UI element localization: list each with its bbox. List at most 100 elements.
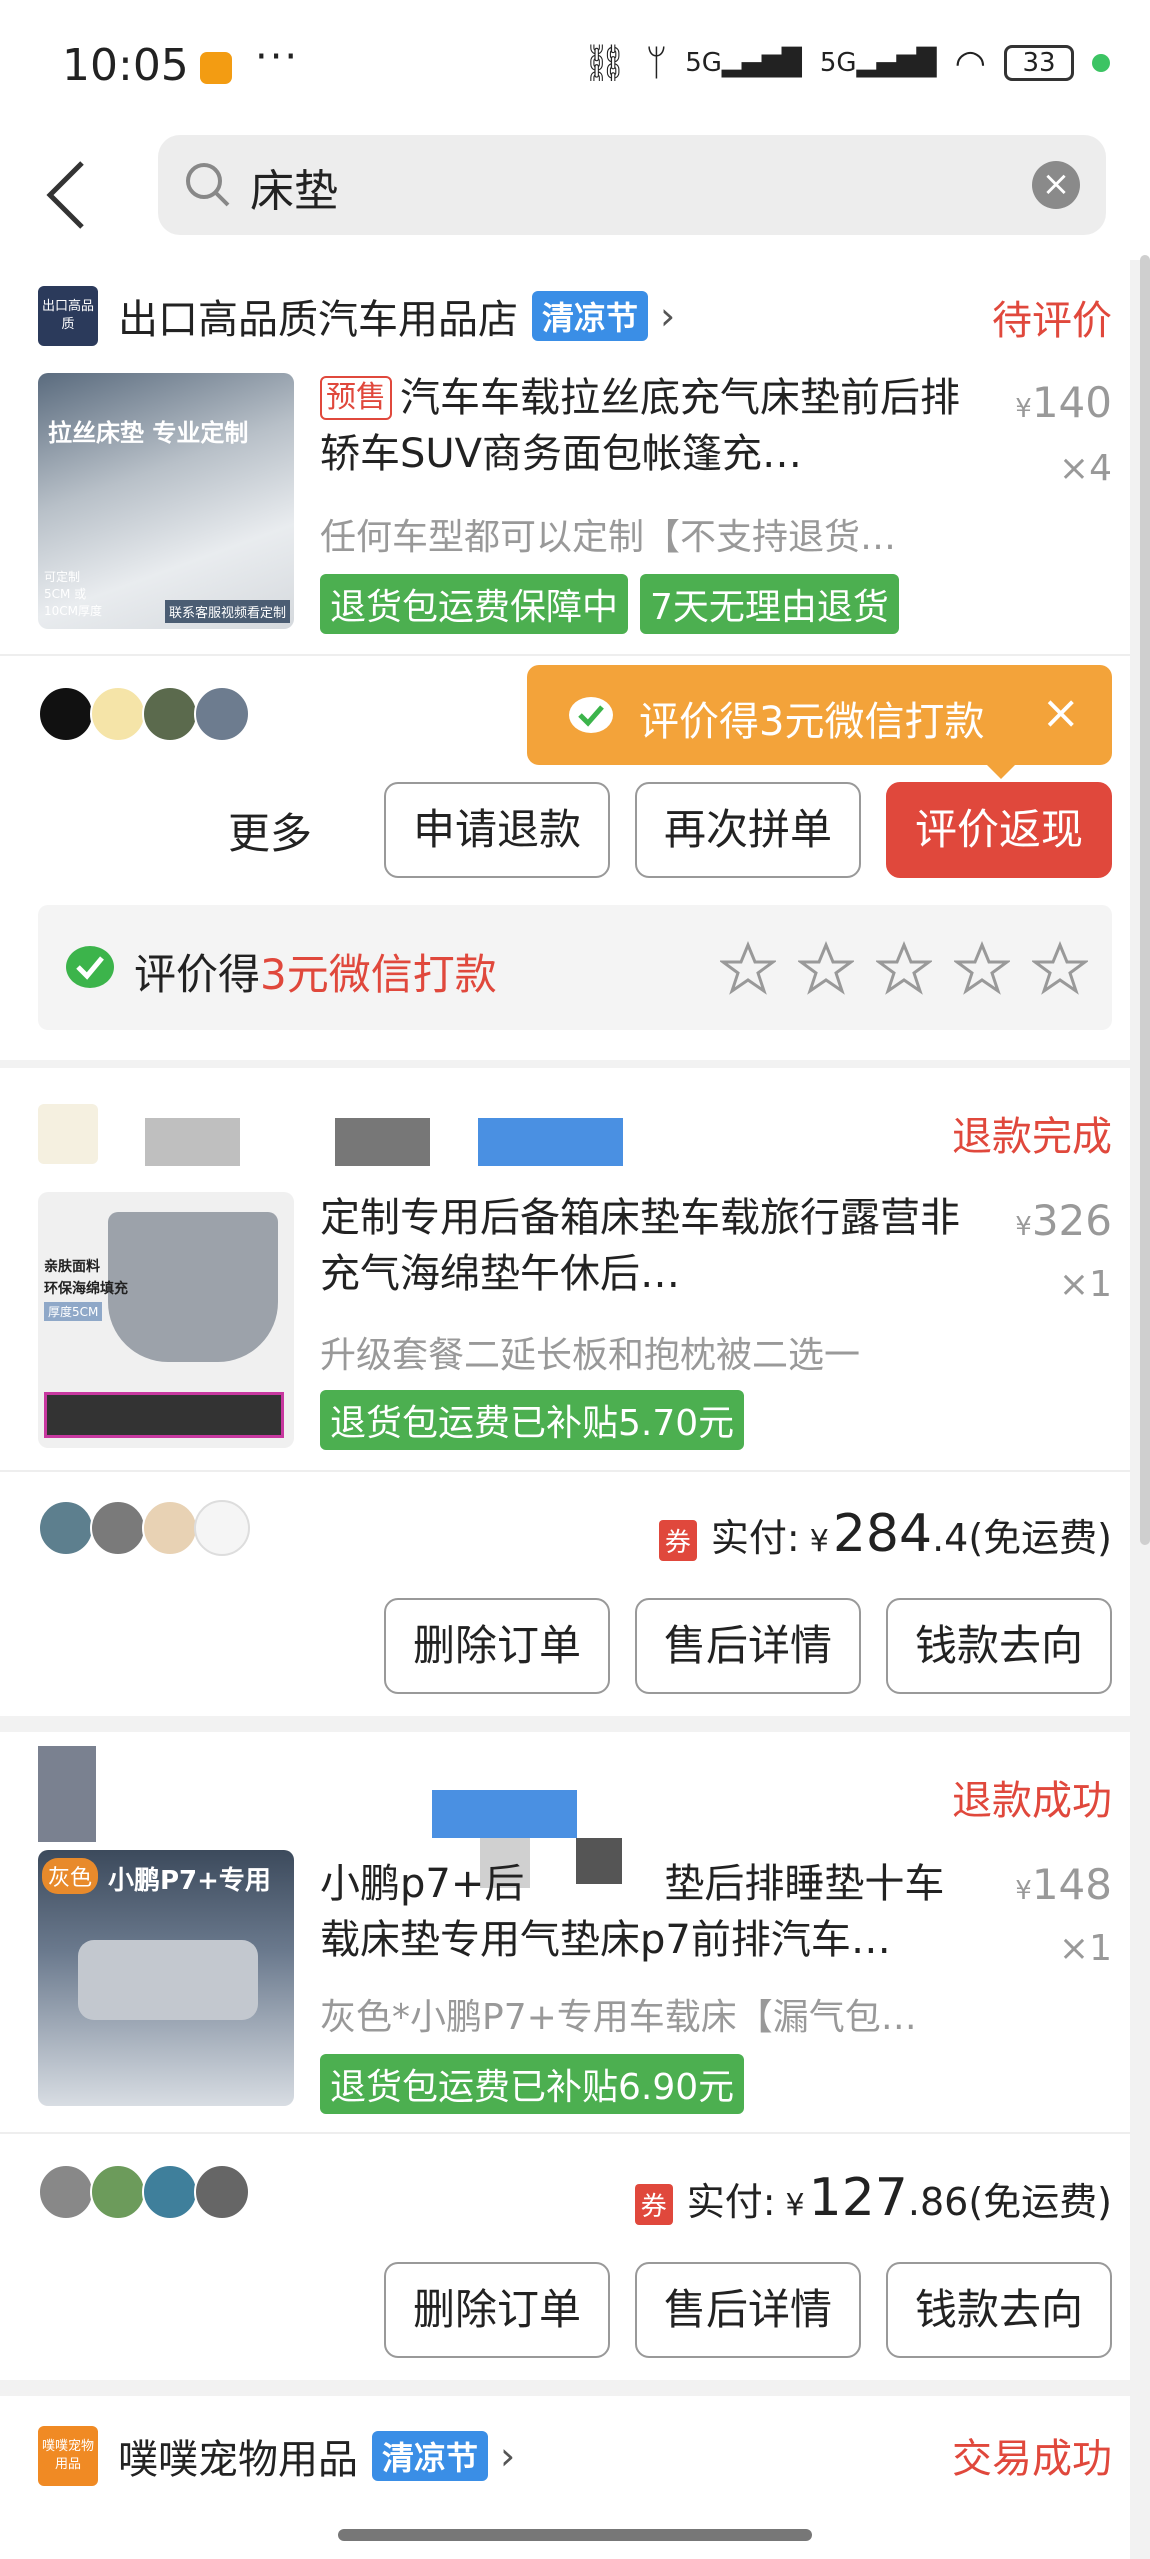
redacted-shop-name bbox=[145, 1118, 240, 1166]
money-flow-button[interactable]: 钱款去向 bbox=[886, 1598, 1112, 1694]
paid-integer: 284 bbox=[832, 1504, 933, 1564]
status-time: 10:05 bbox=[62, 40, 189, 91]
battery-icon: 33 bbox=[1004, 45, 1074, 81]
product-thumbnail[interactable]: 拉丝床垫 专业定制 可定制5CM 或10CM厚度 联系客服视频看定制 bbox=[38, 373, 294, 629]
thumbnail-color-tag: 灰色 bbox=[42, 1858, 99, 1894]
signal-icon-1: 5G▂▄▆█ bbox=[685, 48, 802, 78]
service-tags: 退货包运费已补贴6.90元 bbox=[320, 2054, 745, 2114]
review-cashback-button[interactable]: 评价返现 bbox=[886, 782, 1112, 878]
product-title-text: 汽车车载拉丝底充气床垫前后排轿车SUV商务面包帐篷充… bbox=[320, 375, 960, 477]
delete-order-button[interactable]: 删除订单 bbox=[384, 2262, 610, 2358]
rebuy-button[interactable]: 再次拼单 bbox=[635, 782, 861, 878]
shop-row[interactable]: 噗噗宠物用品 噗噗宠物用品 清凉节 › bbox=[38, 2426, 515, 2486]
money-flow-button[interactable]: 钱款去向 bbox=[886, 2262, 1112, 2358]
paid-decimal: .4 bbox=[932, 1516, 969, 1560]
product-thumbnail[interactable]: 灰色 小鹏P7+专用 bbox=[38, 1850, 294, 2106]
shop-logo bbox=[38, 1104, 98, 1164]
product-title[interactable]: 小鹏p7+后 垫后排睡垫十车 载床垫专用气垫床p7前排汽车… bbox=[320, 1856, 960, 1968]
avatar bbox=[38, 686, 94, 742]
paid-decimal: .86 bbox=[907, 2180, 969, 2224]
system-icons: ⛓ ᛘ 5G▂▄▆█ 5G▂▄▆█ ◠ 33 bbox=[582, 42, 1110, 84]
tooltip-arrow bbox=[985, 763, 1017, 779]
avatar bbox=[38, 1500, 94, 1556]
shop-logo: 出口高品质 bbox=[38, 286, 98, 346]
product-thumbnail[interactable]: 亲肤面料 环保海绵填充 厚度5CM bbox=[38, 1192, 294, 1448]
star-icon[interactable] bbox=[954, 941, 1010, 997]
avatar bbox=[90, 2164, 146, 2220]
service-tag: 退货包运费保障中 bbox=[320, 574, 629, 634]
redacted-festival-badge bbox=[478, 1118, 623, 1166]
order-status: 待评价 bbox=[992, 298, 1112, 344]
avatar bbox=[142, 1500, 198, 1556]
shop-name: 噗噗宠物用品 bbox=[118, 2437, 358, 2483]
product-price: ¥326 bbox=[1015, 1196, 1112, 1245]
avatar bbox=[38, 2164, 94, 2220]
product-quantity: ×1 bbox=[1058, 1264, 1112, 1305]
divider bbox=[0, 2132, 1130, 2134]
shop-row[interactable]: 出口高品质 出口高品质汽车用品店 清凉节 › bbox=[38, 286, 675, 346]
shipping-note: (免运费) bbox=[968, 2180, 1112, 2224]
wifi-icon: ◠ bbox=[954, 42, 986, 84]
thumbnail-note: 可定制5CM 或10CM厚度 bbox=[44, 570, 103, 618]
star-icon[interactable] bbox=[720, 941, 776, 997]
more-button[interactable]: 更多 bbox=[228, 800, 312, 861]
product-title-part: 垫后排睡垫十车 bbox=[664, 1861, 945, 1907]
star-icon[interactable] bbox=[798, 941, 854, 997]
festival-badge: 清凉节 bbox=[372, 2431, 489, 2481]
avatar bbox=[142, 686, 198, 742]
request-refund-button[interactable]: 申请退款 bbox=[384, 782, 610, 878]
paid-amount: 券 实付: ¥ 127 .86 (免运费) bbox=[634, 2168, 1112, 2228]
group-avatars bbox=[38, 686, 250, 742]
service-tags: 退货包运费已补贴5.70元 bbox=[320, 1390, 745, 1450]
paid-amount: 券 实付: ¥ 284 .4 (免运费) bbox=[658, 1504, 1112, 1564]
group-avatars bbox=[38, 2164, 250, 2220]
product-price: ¥140 bbox=[1015, 378, 1112, 427]
thumbnail-swatches bbox=[44, 1392, 284, 1438]
review-rating-bar: 评价得3元微信打款 bbox=[38, 905, 1112, 1030]
after-sale-details-button[interactable]: 售后详情 bbox=[635, 1598, 861, 1694]
star-rating[interactable] bbox=[720, 941, 1088, 997]
service-tag: 7天无理由退货 bbox=[640, 574, 899, 634]
thumbnail-caption: 拉丝床垫 专业定制 bbox=[48, 419, 249, 447]
signal-icon-2: 5G▂▄▆█ bbox=[819, 48, 937, 78]
product-title[interactable]: 预售 汽车车载拉丝底充气床垫前后排轿车SUV商务面包帐篷充… bbox=[320, 370, 960, 482]
redacted-shop-name bbox=[335, 1118, 430, 1166]
status-bar: 10:05 ··· ⛓ ᛘ 5G▂▄▆█ 5G▂▄▆█ ◠ 33 bbox=[0, 0, 1150, 135]
order-card-3: 退款成功 灰色 小鹏P7+专用 小鹏p7+后 垫后排睡垫十车 载床垫专用气垫床p7… bbox=[0, 1732, 1130, 2380]
scrollbar[interactable] bbox=[1140, 255, 1150, 1545]
link-icon: ⛓ bbox=[581, 43, 628, 84]
product-price: ¥148 bbox=[1015, 1860, 1112, 1909]
coupon-badge: 券 bbox=[658, 1520, 697, 1561]
hd-voice-icon: ᛘ bbox=[645, 42, 668, 84]
avatar bbox=[142, 2164, 198, 2220]
product-sku: 任何车型都可以定制【不支持退货… bbox=[320, 517, 897, 558]
chevron-right-icon: › bbox=[660, 294, 676, 338]
product-title-part: 小鹏p7+后 bbox=[320, 1861, 525, 1907]
product-title[interactable]: 定制专用后备箱床垫车载旅行露营非充气海绵垫午休后… bbox=[320, 1190, 960, 1302]
order-status: 退款完成 bbox=[952, 1114, 1112, 1160]
after-sale-details-button[interactable]: 售后详情 bbox=[635, 2262, 861, 2358]
divider bbox=[0, 654, 1130, 656]
order-status: 交易成功 bbox=[952, 2436, 1112, 2482]
close-tooltip-icon[interactable]: × bbox=[1041, 685, 1080, 739]
redacted-shop-logo bbox=[38, 1746, 96, 1842]
search-input[interactable]: 床垫 × bbox=[158, 135, 1106, 235]
thumbnail-label: 亲肤面料 bbox=[44, 1259, 100, 1275]
service-tags: 退货包运费保障中 7天无理由退货 bbox=[320, 574, 899, 634]
redacted-festival-badge bbox=[432, 1790, 577, 1838]
back-arrow-icon[interactable] bbox=[40, 155, 100, 235]
paid-label: 实付: bbox=[710, 1516, 800, 1560]
star-icon[interactable] bbox=[876, 941, 932, 997]
thumbnail-caption: 小鹏P7+专用 bbox=[108, 1866, 271, 1896]
avatar bbox=[194, 2164, 250, 2220]
delete-order-button[interactable]: 删除订单 bbox=[384, 1598, 610, 1694]
thumbnail-label: 厚度5CM bbox=[44, 1302, 103, 1321]
coupon-badge: 券 bbox=[634, 2184, 673, 2225]
product-title-part: 载床垫专用气垫床p7前排汽车… bbox=[320, 1917, 891, 1963]
clear-search-icon[interactable]: × bbox=[1032, 161, 1080, 209]
product-quantity: ×4 bbox=[1058, 448, 1112, 489]
home-indicator[interactable] bbox=[338, 2529, 812, 2541]
star-icon[interactable] bbox=[1032, 941, 1088, 997]
order-status: 退款成功 bbox=[952, 1778, 1112, 1824]
shop-logo: 噗噗宠物用品 bbox=[38, 2426, 98, 2486]
